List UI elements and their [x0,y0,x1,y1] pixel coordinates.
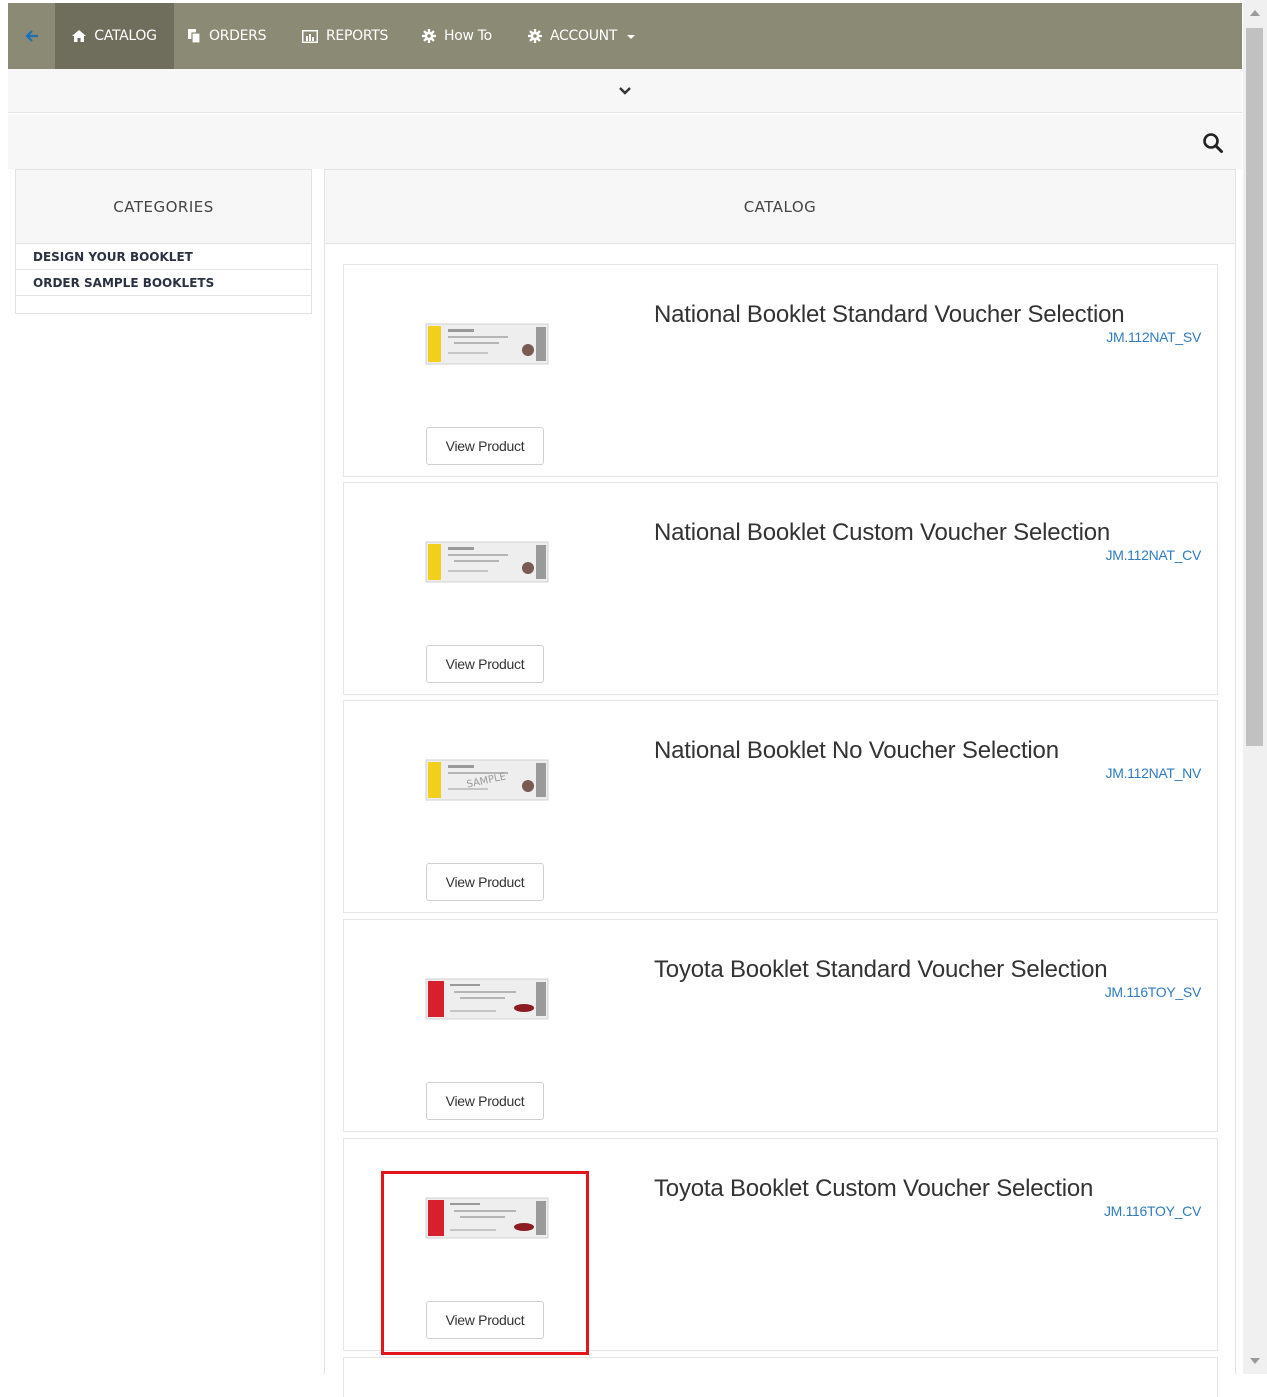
product-title[interactable]: National Booklet No Voucher Selection [654,737,1059,765]
view-product-button[interactable]: View Product [426,1301,544,1339]
top-navbar: CATALOG ORDERS REPORTS How To ACCOUNT [8,3,1242,69]
product-title[interactable]: Toyota Booklet Custom Voucher Selection [654,1175,1093,1203]
product-thumbnail[interactable] [424,322,550,366]
view-product-button[interactable]: View Product [426,645,544,683]
product-card: SAMPLE National Booklet No Voucher Selec… [343,700,1218,913]
nav-orders-label: ORDERS [209,28,267,44]
product-code: JM.112NAT_NV [1105,765,1202,781]
product-code: JM.112NAT_SV [1106,329,1201,345]
catalog-panel: CATALOG National Booklet Standard Vouche… [324,169,1236,1397]
product-thumbnail[interactable] [424,540,550,584]
product-thumbnail[interactable] [424,977,550,1021]
collapse-toggle-bar[interactable] [8,69,1242,113]
product-title[interactable]: Toyota Booklet Standard Voucher Selectio… [654,956,1108,984]
product-title[interactable]: National Booklet Custom Voucher Selectio… [654,519,1110,547]
chevron-down-icon[interactable] [619,86,631,95]
category-design-your-booklet[interactable]: DESIGN YOUR BOOKLET [16,244,311,270]
categories-panel: CATEGORIES DESIGN YOUR BOOKLET ORDER SAM… [15,169,312,314]
nav-how-to[interactable]: How To [422,3,492,69]
category-order-sample-booklets[interactable]: ORDER SAMPLE BOOKLETS [16,270,311,296]
gear-icon [528,29,542,43]
product-thumbnail[interactable] [424,1196,550,1240]
back-button[interactable] [8,3,55,69]
caret-down-icon [627,35,636,39]
page: CATALOG ORDERS REPORTS How To ACCOUNT CA… [8,0,1242,1397]
bar-chart-icon [302,29,318,43]
gear-icon [422,29,436,43]
product-list: National Booklet Standard Voucher Select… [325,244,1235,1397]
search-icon[interactable] [1202,132,1224,154]
scrollbar-thumb[interactable] [1246,28,1263,746]
categories-title: CATEGORIES [16,170,311,244]
product-card: Toyota Booklet Custom Voucher Selection … [343,1138,1218,1351]
nav-catalog[interactable]: CATALOG [55,3,174,69]
home-icon [72,30,87,42]
copy-icon [188,29,201,43]
scroll-down-arrow-icon[interactable] [1250,1358,1260,1364]
view-product-button[interactable]: View Product [426,863,544,901]
product-code: JM.116TOY_SV [1104,984,1202,1000]
nav-account-label: ACCOUNT [550,28,618,44]
view-product-button[interactable]: View Product [426,1082,544,1120]
nav-account-dropdown[interactable]: ACCOUNT [528,3,636,69]
product-card [343,1357,1218,1397]
nav-reports[interactable]: REPORTS [302,3,388,69]
product-card: National Booklet Standard Voucher Select… [343,264,1218,477]
scroll-up-arrow-icon[interactable] [1250,10,1260,16]
nav-how-to-label: How To [444,28,492,44]
vertical-scrollbar[interactable] [1243,0,1267,1374]
nav-reports-label: REPORTS [326,28,389,44]
nav-catalog-label: CATALOG [94,28,157,44]
search-row [8,114,1242,169]
product-title[interactable]: National Booklet Standard Voucher Select… [654,301,1125,329]
product-card: National Booklet Custom Voucher Selectio… [343,482,1218,695]
arrow-left-icon [24,30,38,42]
product-code: JM.112NAT_CV [1105,547,1202,563]
product-card: Toyota Booklet Standard Voucher Selectio… [343,919,1218,1132]
product-code: JM.116TOY_CV [1103,1203,1201,1219]
catalog-title: CATALOG [325,170,1235,244]
view-product-button[interactable]: View Product [426,427,544,465]
product-thumbnail[interactable]: SAMPLE [424,758,550,802]
nav-orders[interactable]: ORDERS [188,3,266,69]
